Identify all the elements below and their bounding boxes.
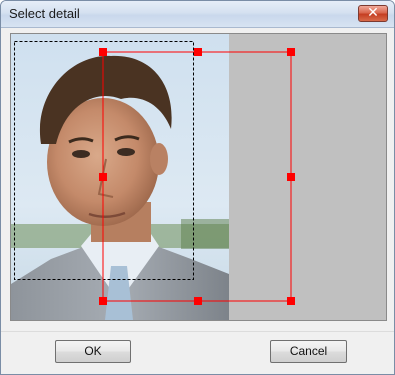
handle-top-right[interactable] <box>287 48 295 56</box>
button-area-divider <box>1 331 394 332</box>
selection-overlay <box>14 41 295 305</box>
close-icon: ✕ <box>367 5 379 21</box>
title-bar[interactable]: Select detail ✕ <box>1 1 394 28</box>
close-button[interactable]: ✕ <box>358 5 388 22</box>
crop-rectangle[interactable] <box>102 51 292 302</box>
handle-middle-left[interactable] <box>99 173 107 181</box>
image-crop-area[interactable] <box>10 33 387 321</box>
handle-top-left[interactable] <box>99 48 107 56</box>
cancel-button[interactable]: Cancel <box>270 340 347 363</box>
ok-button[interactable]: OK <box>55 340 131 363</box>
handle-bottom-middle[interactable] <box>194 297 202 305</box>
handle-top-middle[interactable] <box>194 48 202 56</box>
handle-middle-right[interactable] <box>287 173 295 181</box>
handle-bottom-left[interactable] <box>99 297 107 305</box>
window-title: Select detail <box>9 6 80 21</box>
detail-selection-rect[interactable] <box>14 41 194 280</box>
select-detail-dialog: Select detail ✕ OK Cancel <box>0 0 395 375</box>
handle-bottom-right[interactable] <box>287 297 295 305</box>
